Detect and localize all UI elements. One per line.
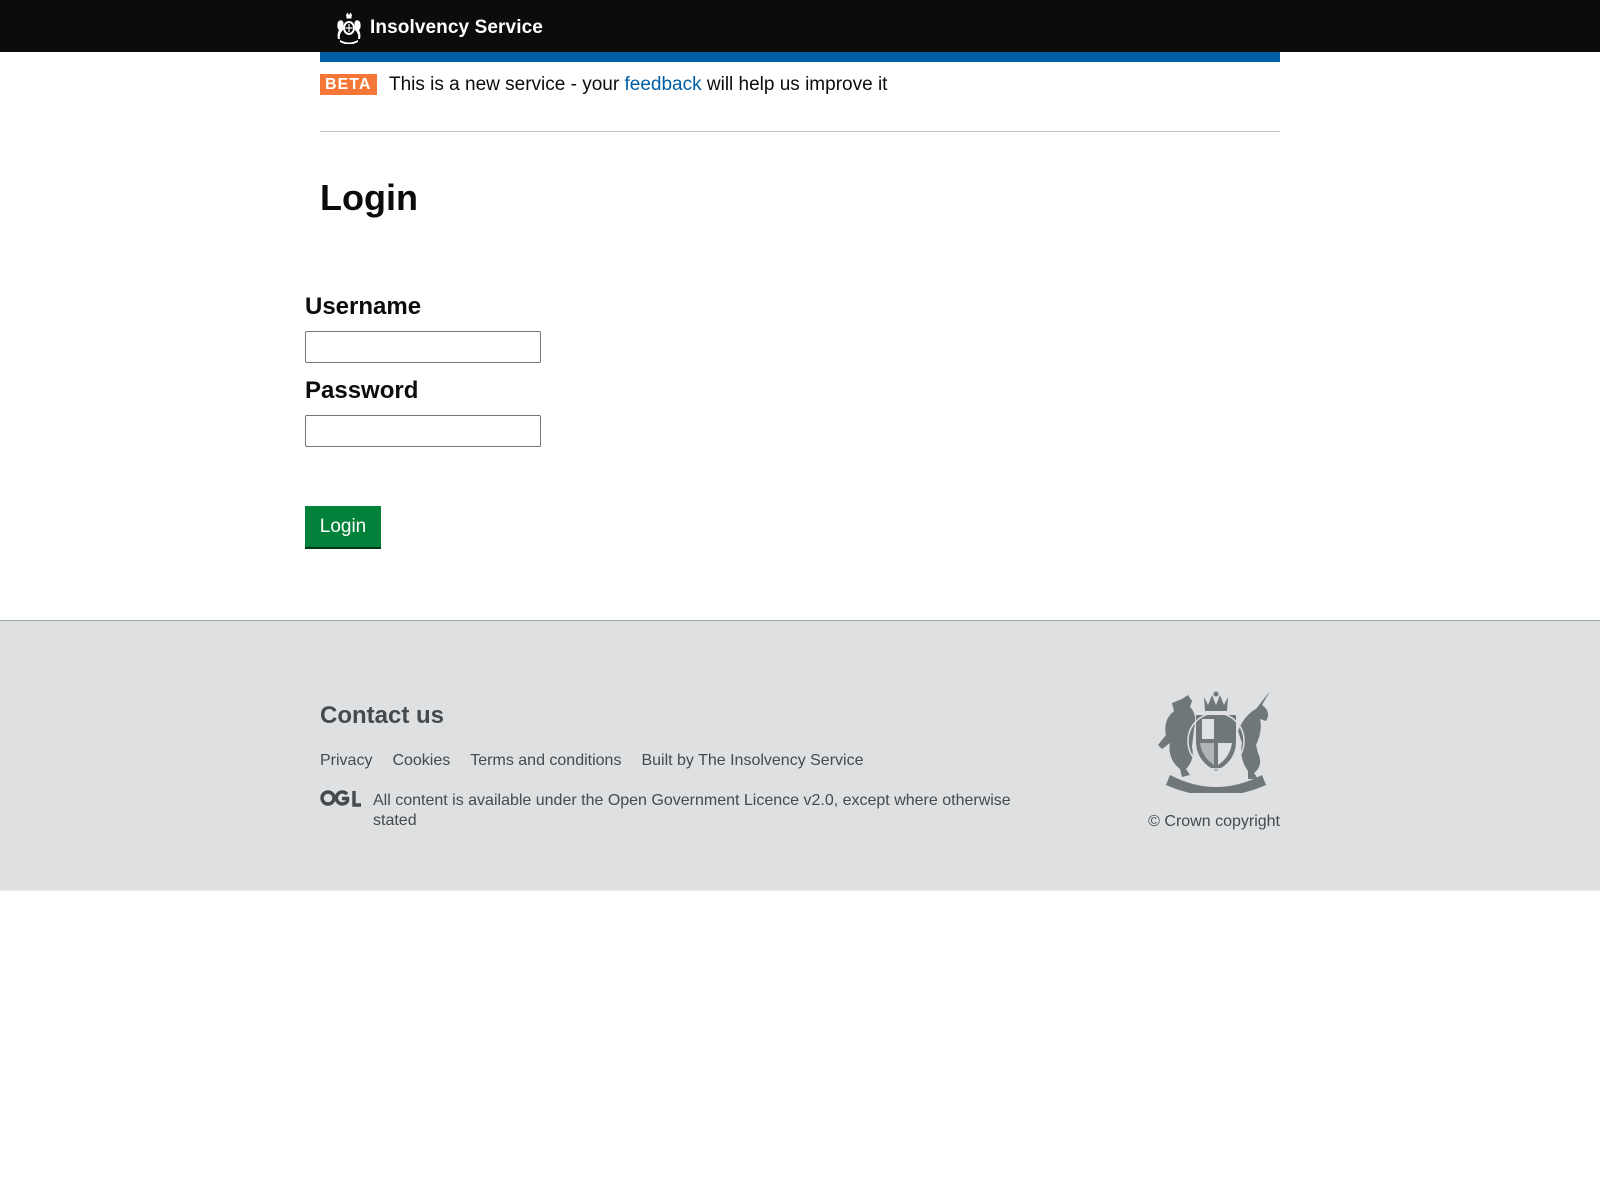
phase-text-before: This is a new service - your — [389, 74, 625, 95]
phase-banner-text: This is a new service - your feedback wi… — [389, 73, 887, 97]
password-input[interactable] — [305, 415, 541, 447]
username-input[interactable] — [305, 331, 541, 363]
service-name[interactable]: Insolvency Service — [370, 17, 543, 39]
phase-text-after: will help us improve it — [701, 74, 888, 95]
header-accent-bar — [320, 52, 1280, 62]
header-logo-link[interactable]: Insolvency Service — [335, 12, 543, 44]
footer-link-built-by[interactable]: Built by The Insolvency Service — [641, 751, 863, 771]
royal-crest-icon — [337, 12, 361, 44]
footer-link-cookies[interactable]: Cookies — [392, 751, 450, 771]
footer: Contact us Privacy Cookies Terms and con… — [0, 620, 1600, 891]
footer-link-privacy[interactable]: Privacy — [320, 751, 372, 771]
username-label: Username — [305, 293, 422, 320]
licence-text: All content is available under the Open … — [373, 792, 1011, 829]
contact-us-heading: Contact us — [320, 702, 445, 729]
phase-banner: BETA This is a new service - your feedba… — [320, 70, 1280, 132]
ogl-logo-icon — [320, 790, 361, 807]
beta-tag: BETA — [320, 74, 378, 95]
crown-copyright[interactable]: © Crown copyright — [1148, 812, 1280, 832]
page-title: Login — [320, 177, 418, 218]
footer-link-terms[interactable]: Terms and conditions — [470, 751, 621, 771]
password-label: Password — [305, 377, 419, 404]
royal-coat-of-arms-icon — [1158, 691, 1270, 793]
login-button[interactable]: Login — [305, 506, 381, 547]
feedback-link[interactable]: feedback — [624, 74, 701, 95]
footer-links: Privacy Cookies Terms and conditions Bui… — [320, 751, 883, 771]
global-header: Insolvency Service — [0, 0, 1600, 52]
